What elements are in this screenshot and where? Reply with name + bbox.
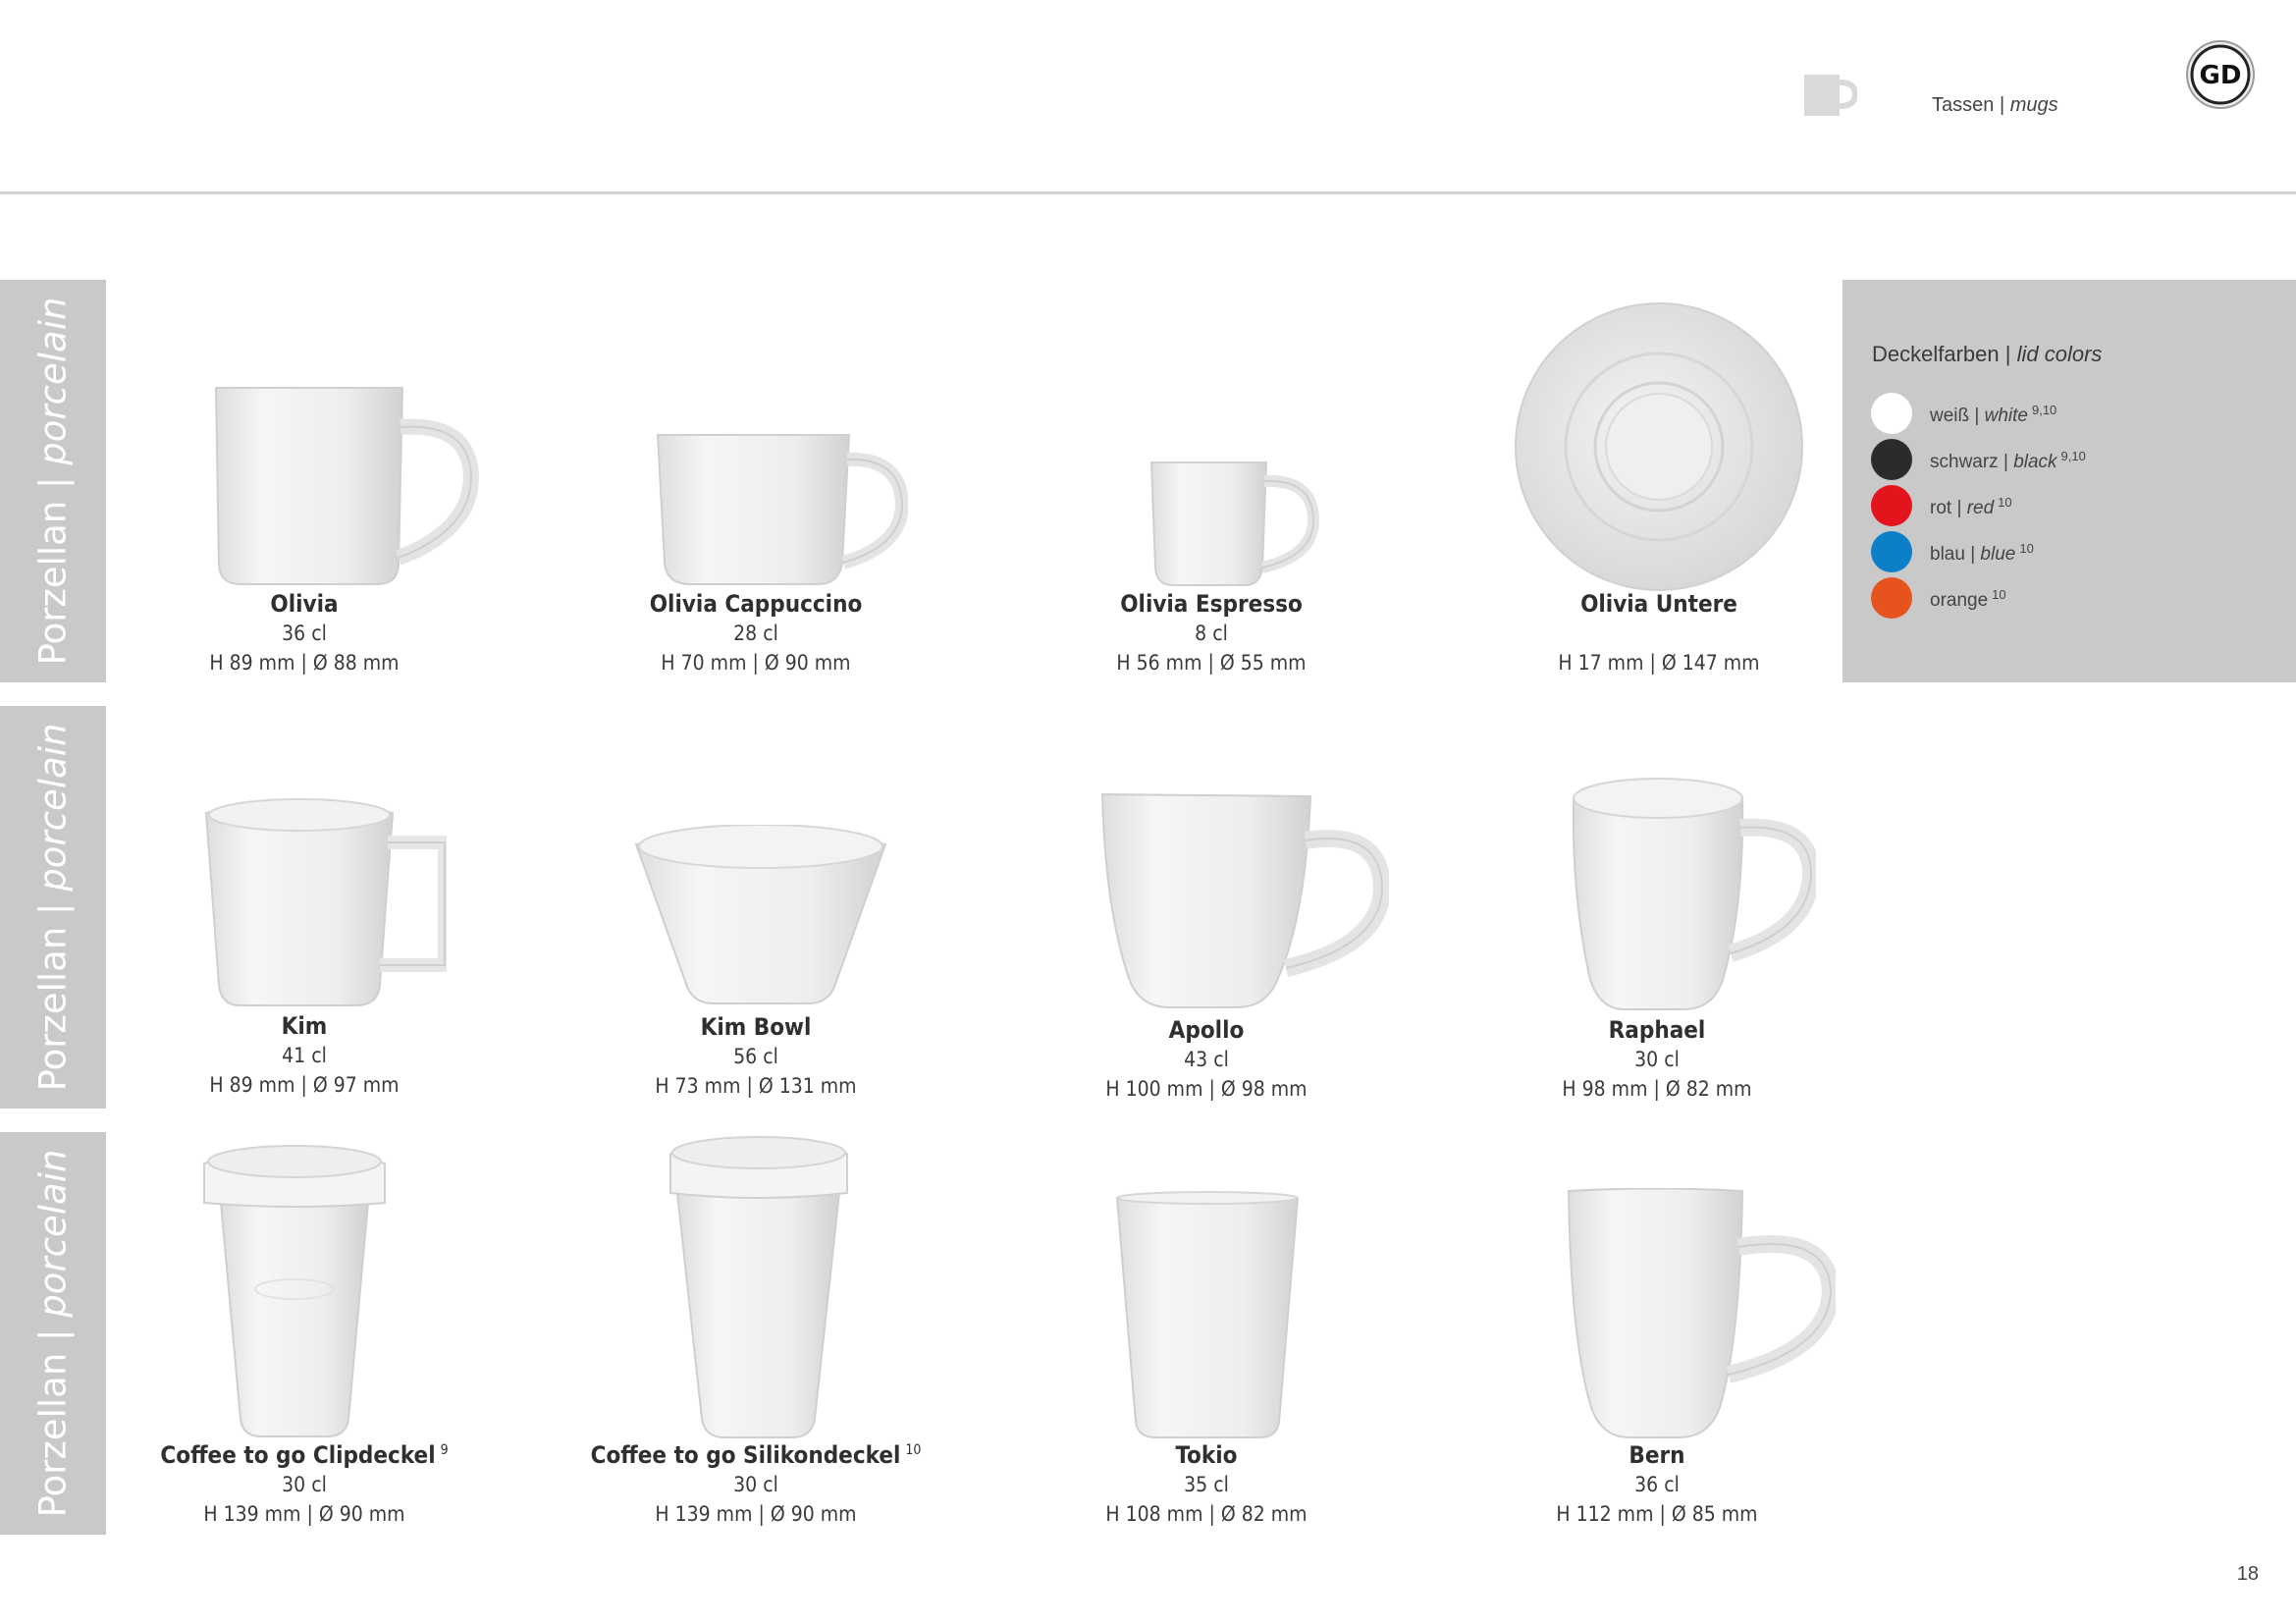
coffee-to-go-clipdeckel-image — [203, 1145, 386, 1437]
product-dimensions: H 89 mm | Ø 88 mm — [209, 651, 400, 675]
product-name: Olivia Untere — [1580, 590, 1737, 618]
color-swatch-blue — [1871, 531, 1912, 572]
product-volume: 56 cl — [733, 1045, 778, 1068]
logo-text: GD — [2200, 61, 2242, 90]
olivia-cappuccino-image — [656, 434, 908, 585]
product-volume: 30 cl — [1634, 1048, 1680, 1071]
side-tab-label: Porzellan | porcelain — [31, 1149, 75, 1518]
product-name: Olivia Cappuccino — [649, 590, 863, 618]
lid-color-item: schwarz | black 9,10 — [1871, 439, 2283, 482]
color-swatch-black — [1871, 439, 1912, 480]
kim-bowl-image — [634, 825, 887, 1004]
olivia-untere-saucer-image — [1515, 302, 1803, 591]
product-volume: 41 cl — [282, 1044, 327, 1067]
product-volume: 8 cl — [1195, 622, 1228, 645]
product-volume: 43 cl — [1184, 1048, 1229, 1071]
kim-mug-image — [204, 798, 447, 1006]
color-swatch-red — [1871, 485, 1912, 526]
product-volume: 30 cl — [282, 1473, 327, 1496]
color-swatch-white — [1871, 393, 1912, 434]
coffee-to-go-silikondeckel-image — [669, 1136, 848, 1438]
product-dimensions: H 100 mm | Ø 98 mm — [1105, 1077, 1308, 1101]
lid-color-item: rot | red 10 — [1871, 485, 2283, 528]
header-divider — [0, 191, 2296, 194]
lid-color-item: orange 10 — [1871, 577, 2283, 621]
product-name: Olivia Espresso — [1120, 590, 1303, 618]
side-tab-porcelain: Porzellan | porcelain — [0, 706, 106, 1109]
product-name: Tokio — [1175, 1441, 1238, 1469]
color-swatch-orange — [1871, 577, 1912, 619]
product-volume: 36 cl — [1634, 1473, 1680, 1496]
product-volume: 35 cl — [1184, 1473, 1229, 1496]
product-dimensions: H 112 mm | Ø 85 mm — [1556, 1502, 1758, 1526]
page-number: 18 — [2236, 1563, 2259, 1585]
lid-color-item: blau | blue 10 — [1871, 531, 2283, 574]
product-dimensions: H 73 mm | Ø 131 mm — [655, 1074, 857, 1098]
product-dimensions: H 17 mm | Ø 147 mm — [1558, 651, 1760, 675]
product-dimensions: H 56 mm | Ø 55 mm — [1116, 651, 1307, 675]
side-tab-label: Porzellan | porcelain — [31, 297, 75, 666]
product-name: Apollo — [1168, 1016, 1245, 1044]
product-name: Coffee to go Silikondeckel 10 — [590, 1441, 922, 1469]
side-tab-porcelain: Porzellan | porcelain — [0, 1132, 106, 1535]
side-tab-porcelain: Porzellan | porcelain — [0, 280, 106, 682]
apollo-mug-image — [1100, 792, 1389, 1008]
product-dimensions: H 70 mm | Ø 90 mm — [661, 651, 851, 675]
bern-mug-image — [1567, 1188, 1836, 1438]
raphael-mug-image — [1572, 778, 1816, 1010]
lid-color-item: weiß | white 9,10 — [1871, 393, 2283, 436]
product-name: Raphael — [1608, 1016, 1706, 1044]
product-volume: 36 cl — [282, 622, 327, 645]
product-dimensions: H 139 mm | Ø 90 mm — [203, 1502, 405, 1526]
product-volume: 30 cl — [733, 1473, 778, 1496]
side-tab-label: Porzellan | porcelain — [31, 723, 75, 1092]
product-dimensions: H 139 mm | Ø 90 mm — [655, 1502, 857, 1526]
product-dimensions: H 108 mm | Ø 82 mm — [1105, 1502, 1308, 1526]
product-dimensions: H 89 mm | Ø 97 mm — [209, 1073, 400, 1097]
tokio-cup-image — [1115, 1191, 1300, 1438]
product-name: Bern — [1629, 1441, 1685, 1469]
brand-logo: GD — [2186, 40, 2255, 109]
section-title: Tassen | mugs — [1932, 94, 2058, 116]
product-name: Coffee to go Clipdeckel 9 — [160, 1441, 449, 1469]
mug-icon — [1804, 75, 1857, 116]
olivia-mug-image — [214, 387, 480, 585]
olivia-espresso-image — [1149, 461, 1320, 586]
product-name: Kim Bowl — [700, 1013, 812, 1041]
product-dimensions: H 98 mm | Ø 82 mm — [1562, 1077, 1752, 1101]
product-name: Olivia — [270, 590, 339, 618]
product-name: Kim — [281, 1012, 328, 1040]
product-volume: 28 cl — [733, 622, 778, 645]
lid-colors-title: Deckelfarben | lid colors — [1872, 342, 2103, 366]
